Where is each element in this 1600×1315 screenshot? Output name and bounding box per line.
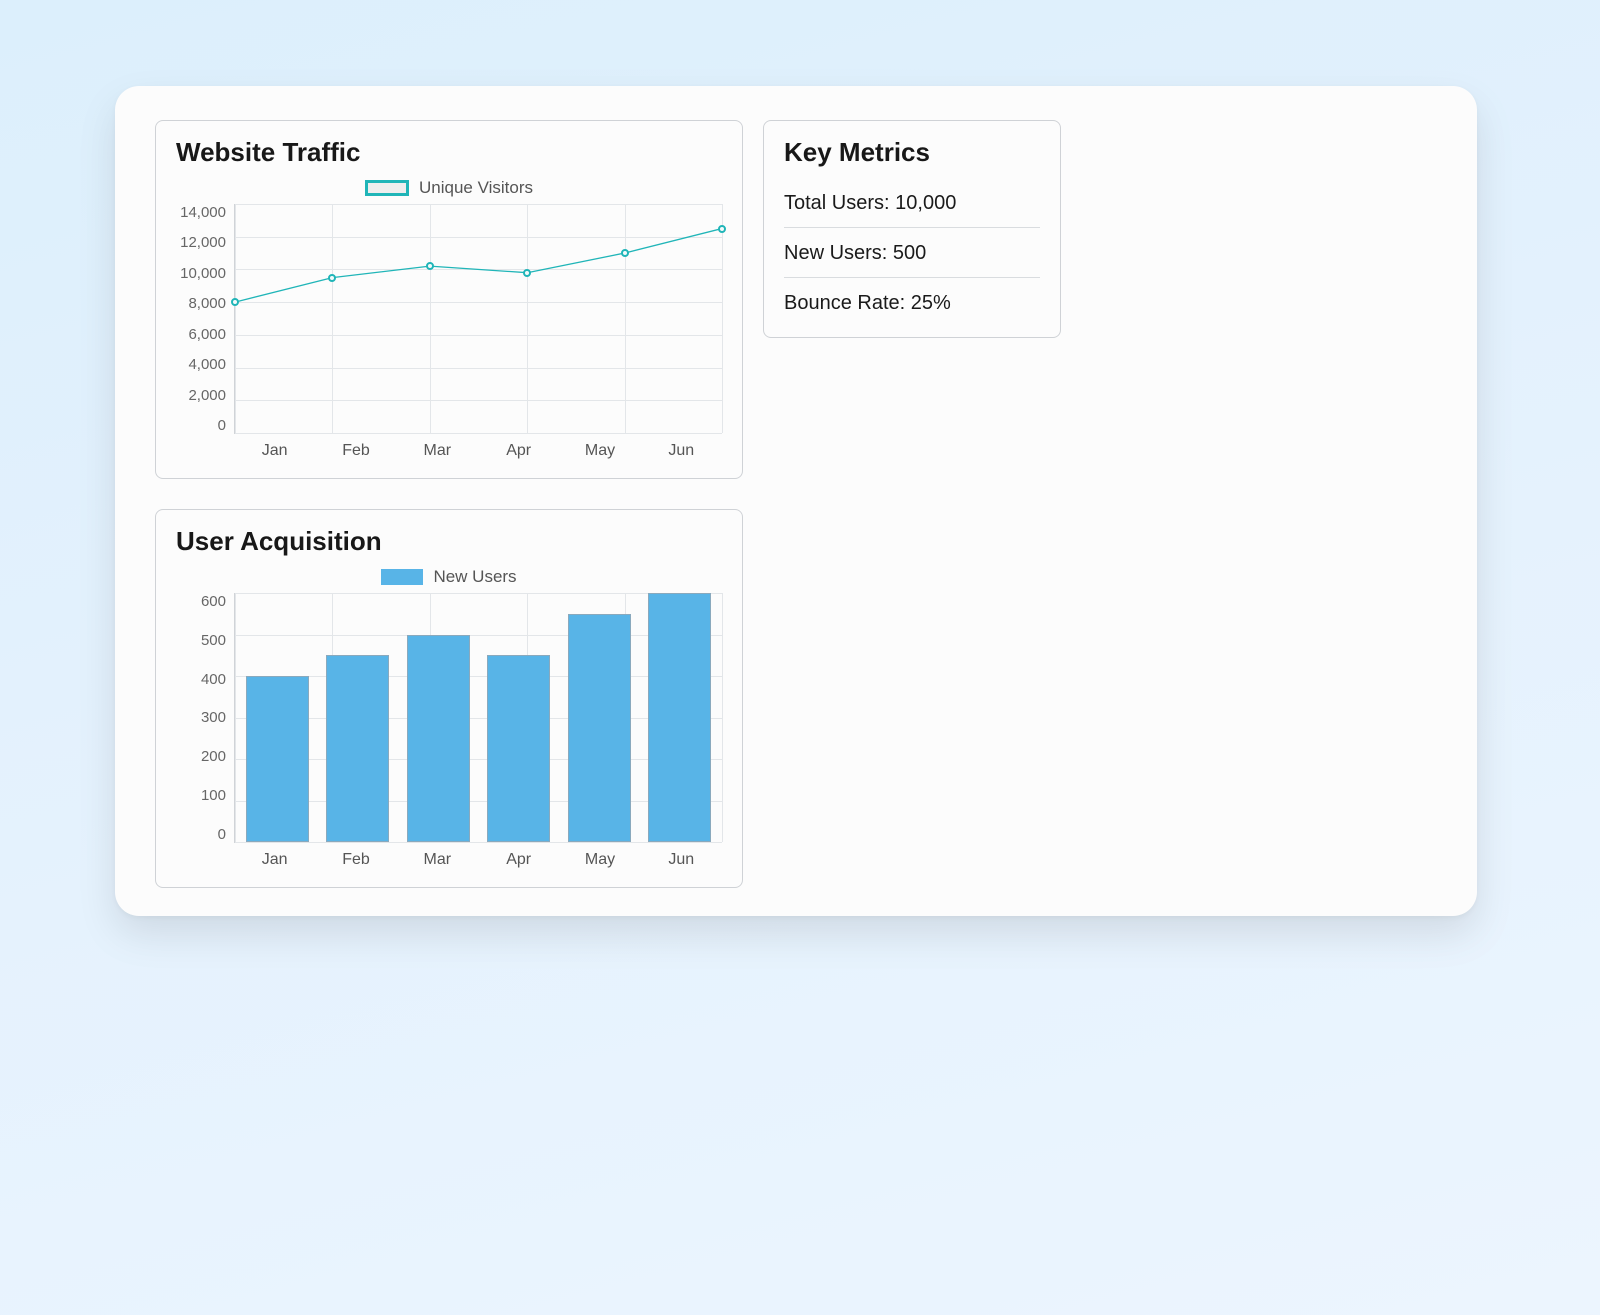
y-axis: 14,000 12,000 10,000 8,000 6,000 4,000 2,000 0 <box>176 204 234 434</box>
chart-legend: Unique Visitors <box>176 178 722 198</box>
panel-website-traffic: Website Traffic Unique Visitors 14,000 12… <box>155 120 743 479</box>
y-tick-label: 0 <box>218 826 226 843</box>
x-tick-label: Mar <box>397 851 478 869</box>
metrics-list: Total Users: 10,000 New Users: 500 Bounc… <box>784 178 1040 319</box>
y-tick-label: 0 <box>218 417 226 434</box>
metric-item-new-users: New Users: 500 <box>784 228 1040 278</box>
bars-container <box>235 593 722 842</box>
y-tick-label: 200 <box>201 748 226 765</box>
plot-area <box>234 204 722 434</box>
panel-title: Key Metrics <box>784 137 1040 168</box>
bar <box>326 655 389 842</box>
bar-cell <box>398 593 479 842</box>
legend-swatch-line-icon <box>365 180 409 196</box>
legend-swatch-bar-icon <box>381 569 423 585</box>
x-tick-label: Feb <box>315 442 396 460</box>
bar-cell <box>640 593 721 842</box>
x-tick-label: Jun <box>641 851 722 869</box>
panel-user-acquisition: User Acquisition New Users 600 500 400 300 2… <box>155 509 743 888</box>
panel-title: Website Traffic <box>176 137 722 168</box>
bar <box>568 614 631 842</box>
x-tick-label: May <box>559 442 640 460</box>
bar-chart-box: 600 500 400 300 200 100 0 <box>176 593 722 843</box>
y-tick-label: 10,000 <box>180 265 226 282</box>
plot-area <box>234 593 722 843</box>
panel-key-metrics: Key Metrics Total Users: 10,000 New User… <box>763 120 1061 338</box>
x-tick-label: Jan <box>234 442 315 460</box>
bar <box>407 635 470 843</box>
y-tick-label: 6,000 <box>188 326 226 343</box>
line-chart-plot <box>234 204 722 434</box>
data-point <box>328 274 336 282</box>
legend-label: Unique Visitors <box>419 178 533 198</box>
metric-item-bounce-rate: Bounce Rate: 25% <box>784 278 1040 319</box>
data-point <box>231 298 239 306</box>
x-tick-label: Mar <box>397 442 478 460</box>
dashboard-layout: Website Traffic Unique Visitors 14,000 12… <box>155 120 1439 888</box>
chart-legend: New Users <box>176 567 722 587</box>
y-axis: 600 500 400 300 200 100 0 <box>176 593 234 843</box>
x-tick-label: Jun <box>641 442 722 460</box>
y-tick-label: 100 <box>201 787 226 804</box>
y-tick-label: 12,000 <box>180 234 226 251</box>
y-tick-label: 4,000 <box>188 356 226 373</box>
bar <box>246 676 309 842</box>
x-axis: JanFebMarAprMayJun <box>234 851 722 869</box>
bar-chart-plot <box>234 593 722 843</box>
x-tick-label: Jan <box>234 851 315 869</box>
y-tick-label: 2,000 <box>188 387 226 404</box>
x-tick-label: Apr <box>478 442 559 460</box>
data-point <box>426 262 434 270</box>
y-tick-label: 500 <box>201 632 226 649</box>
data-point <box>523 269 531 277</box>
bar-cell <box>479 593 560 842</box>
legend-label: New Users <box>433 567 516 587</box>
y-tick-label: 400 <box>201 671 226 688</box>
line-chart-box: 14,000 12,000 10,000 8,000 6,000 4,000 2,000 0 <box>176 204 722 434</box>
bar-cell <box>318 593 399 842</box>
y-tick-label: 600 <box>201 593 226 610</box>
bar <box>648 593 711 842</box>
bar-cell <box>237 593 318 842</box>
data-point <box>718 225 726 233</box>
y-tick-label: 14,000 <box>180 204 226 221</box>
y-tick-label: 8,000 <box>188 295 226 312</box>
y-tick-label: 300 <box>201 709 226 726</box>
bar-cell <box>559 593 640 842</box>
x-axis: JanFebMarAprMayJun <box>234 442 722 460</box>
bar <box>487 655 550 842</box>
x-tick-label: Feb <box>315 851 396 869</box>
metric-item-total-users: Total Users: 10,000 <box>784 178 1040 228</box>
data-point <box>621 249 629 257</box>
line-path-svg <box>235 204 722 433</box>
panel-title: User Acquisition <box>176 526 722 557</box>
dashboard-card: Website Traffic Unique Visitors 14,000 12… <box>115 86 1477 916</box>
x-tick-label: May <box>559 851 640 869</box>
x-tick-label: Apr <box>478 851 559 869</box>
